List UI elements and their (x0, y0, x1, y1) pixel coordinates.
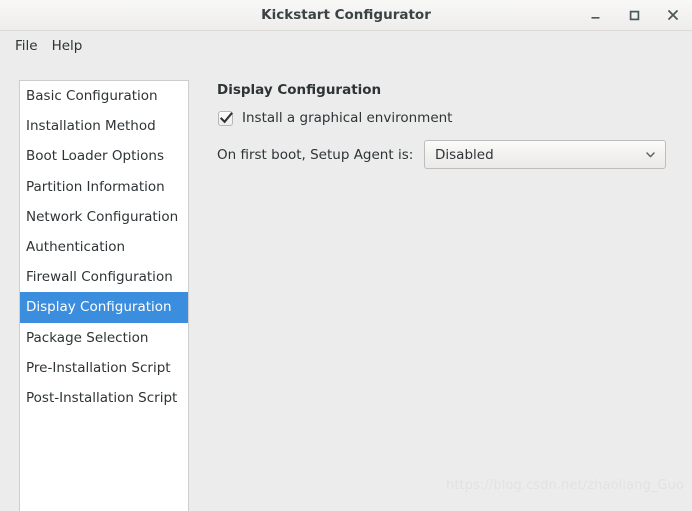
main-panel: Display Configuration Install a graphica… (205, 74, 683, 504)
chevron-down-icon (644, 148, 657, 161)
menu-item-file[interactable]: File (8, 36, 45, 56)
application-window: Kickstart Configurator File Help Basic C… (0, 0, 692, 511)
sidebar-item-package-selection[interactable]: Package Selection (20, 323, 188, 353)
checkmark-icon (219, 111, 233, 123)
maximize-button[interactable] (623, 4, 645, 26)
menu-bar: File Help (0, 31, 692, 61)
sidebar-item-firewall-configuration[interactable]: Firewall Configuration (20, 262, 188, 292)
sidebar-item-pre-installation-script[interactable]: Pre-Installation Script (20, 353, 188, 383)
setup-agent-value: Disabled (435, 146, 494, 163)
close-button[interactable] (662, 4, 684, 26)
sidebar-item-boot-loader-options[interactable]: Boot Loader Options (20, 141, 188, 171)
setup-agent-row: On first boot, Setup Agent is: Disabled (217, 140, 666, 169)
setup-agent-dropdown[interactable]: Disabled (424, 140, 666, 169)
sidebar-item-display-configuration[interactable]: Display Configuration (20, 292, 188, 323)
minimize-icon (591, 16, 599, 19)
sidebar-item-installation-method[interactable]: Installation Method (20, 111, 188, 141)
window-controls (584, 0, 684, 30)
setup-agent-label: On first boot, Setup Agent is: (217, 146, 414, 163)
graphical-environment-checkbox[interactable] (218, 110, 233, 126)
menu-item-help[interactable]: Help (45, 36, 90, 56)
page-title: Display Configuration (217, 82, 382, 98)
graphical-environment-label: Install a graphical environment (242, 110, 453, 126)
sidebar-item-post-installation-script[interactable]: Post-Installation Script (20, 383, 188, 413)
watermark-text: https://blog.csdn.net/zhaoliang_Guo (446, 478, 684, 493)
sidebar-item-authentication[interactable]: Authentication (20, 232, 188, 262)
sidebar-item-network-configuration[interactable]: Network Configuration (20, 202, 188, 232)
navigation-list[interactable]: Basic Configuration Installation Method … (19, 80, 189, 511)
sidebar-item-basic-configuration[interactable]: Basic Configuration (20, 81, 188, 111)
close-icon (668, 10, 678, 20)
minimize-button[interactable] (584, 4, 606, 26)
title-bar: Kickstart Configurator (0, 0, 692, 31)
graphical-environment-row: Install a graphical environment (218, 110, 452, 126)
maximize-icon (629, 10, 639, 20)
sidebar-item-partition-information[interactable]: Partition Information (20, 172, 188, 202)
